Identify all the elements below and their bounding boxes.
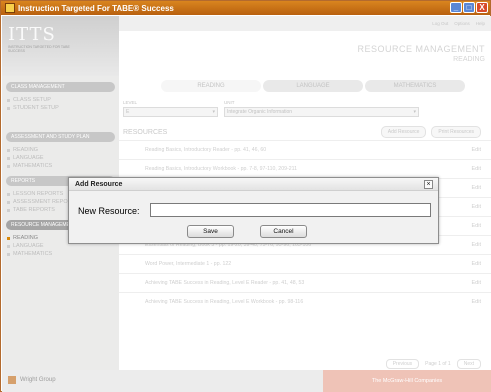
app-logo: ITTS INSTRUCTION TARGETED FOR TABE SUCCE… — [2, 16, 119, 76]
sidebar-item-label: Language — [13, 155, 44, 161]
table-row: Reading Basics, Introductory Reader - pp… — [119, 140, 491, 159]
sidebar-item-label: Class Setup — [13, 97, 51, 103]
logout-link[interactable]: Log Out — [432, 21, 448, 26]
close-button[interactable]: X — [476, 2, 488, 13]
edit-link[interactable]: Edit — [472, 185, 481, 191]
sidebar-item-assess-reading[interactable]: Reading — [7, 146, 119, 154]
subject-tabs: Reading Language Mathematics — [161, 80, 465, 92]
bullet-icon — [7, 156, 10, 160]
previous-button[interactable]: Previous — [385, 359, 420, 369]
sidebar-item-label: Lesson Reports — [13, 191, 64, 197]
unit-select[interactable]: Integrate Organic Information ▾ — [224, 107, 419, 117]
add-resource-button[interactable]: Add Resource — [380, 126, 427, 138]
chevron-down-icon: ▾ — [212, 109, 215, 115]
new-resource-label: New Resource: — [78, 206, 140, 216]
sidebar-item-class-setup[interactable]: Class Setup — [7, 96, 119, 104]
table-row: Reading Basics, Introductory Workbook - … — [119, 159, 491, 178]
unit-label: Unit — [224, 100, 235, 105]
top-links: Log Out Options Help — [119, 16, 491, 31]
publisher-left: Wright Group — [8, 376, 56, 384]
mcgraw-hill-banner: The McGraw-Hill Companies — [323, 370, 491, 392]
bullet-icon — [7, 98, 10, 102]
pager: Previous Page 1 of 1 Next — [385, 359, 481, 369]
minimize-button[interactable]: _ — [450, 2, 462, 13]
bullet-icon — [7, 236, 10, 240]
sidebar-item-assess-language[interactable]: Language — [7, 154, 119, 162]
edit-link[interactable]: Edit — [472, 299, 481, 305]
bullet-icon — [7, 192, 10, 196]
add-resource-dialog: Add Resource × New Resource: Save Cancel — [68, 177, 439, 244]
resources-title: Resources — [123, 129, 168, 136]
bullet-icon — [7, 106, 10, 110]
level-label: Level — [123, 100, 138, 105]
bullet-icon — [7, 208, 10, 212]
tab-language[interactable]: Language — [263, 80, 363, 92]
sidebar-item-label: TABE Reports — [13, 207, 55, 213]
tab-mathematics[interactable]: Mathematics — [365, 80, 465, 92]
footer: Wright Group The McGraw-Hill Companies — [2, 370, 491, 392]
sidebar-item-label: Student Setup — [13, 105, 59, 111]
window-title: Instruction Targeted For TABE® Success — [18, 3, 174, 13]
section-assessment: Assessment and Study Plan — [6, 132, 115, 142]
resource-text: Achieving TABE Success in Reading, Level… — [145, 280, 305, 286]
chevron-down-icon: ▾ — [413, 109, 416, 115]
logo-text: ITTS — [8, 24, 56, 45]
edit-link[interactable]: Edit — [472, 280, 481, 286]
edit-link[interactable]: Edit — [472, 166, 481, 172]
next-button[interactable]: Next — [456, 359, 481, 369]
print-resources-button[interactable]: Print Resources — [431, 126, 481, 138]
bullet-icon — [7, 164, 10, 168]
app-icon — [5, 3, 15, 13]
bullet-icon — [7, 148, 10, 152]
page-title: Resource Management — [357, 44, 485, 54]
table-row: Word Power, Intermediate 1 - pp. 122 Edit — [119, 254, 491, 273]
resource-text: Word Power, Intermediate 1 - pp. 122 — [145, 261, 232, 267]
table-row: Achieving TABE Success in Reading, Level… — [119, 292, 491, 311]
logo-caption: INSTRUCTION TARGETED FOR TABE SUCCESS — [8, 45, 70, 53]
bullet-icon — [7, 244, 10, 248]
bullet-icon — [7, 200, 10, 204]
unit-value: Integrate Organic Information — [227, 109, 293, 115]
resource-text: Reading Basics, Introductory Reader - pp… — [145, 147, 267, 153]
sidebar-item-label: Mathematics — [13, 251, 53, 257]
level-value: E — [126, 109, 130, 115]
new-resource-input[interactable] — [150, 203, 431, 217]
dialog-title: Add Resource — [69, 178, 438, 191]
resource-text: Reading Basics, Introductory Workbook - … — [145, 166, 297, 172]
sidebar-item-label: Reading — [13, 147, 39, 153]
tab-reading[interactable]: Reading — [161, 80, 261, 92]
maximize-button[interactable]: □ — [463, 2, 475, 13]
page-header: Resource Management Reading — [357, 44, 485, 63]
help-link[interactable]: Help — [476, 21, 485, 26]
sidebar-item-resource-math[interactable]: Mathematics — [7, 250, 119, 258]
cancel-button[interactable]: Cancel — [260, 225, 307, 238]
edit-link[interactable]: Edit — [472, 223, 481, 229]
bullet-icon — [7, 252, 10, 256]
page-subtitle: Reading — [453, 56, 485, 63]
page-indicator: Page 1 of 1 — [425, 361, 451, 367]
resource-actions: Add Resource Print Resources — [380, 126, 481, 138]
close-icon[interactable]: × — [424, 180, 433, 189]
edit-link[interactable]: Edit — [472, 204, 481, 210]
publisher-name: Wright Group — [20, 377, 56, 383]
section-class-management: Class Management — [6, 82, 115, 92]
edit-link[interactable]: Edit — [472, 147, 481, 153]
sidebar-item-label: Mathematics — [13, 163, 53, 169]
table-row: Achieving TABE Success in Reading, Level… — [119, 273, 491, 292]
save-button[interactable]: Save — [187, 225, 234, 238]
sidebar-item-student-setup[interactable]: Student Setup — [7, 104, 119, 112]
edit-link[interactable]: Edit — [472, 261, 481, 267]
resource-text: Achieving TABE Success in Reading, Level… — [145, 299, 304, 305]
sidebar-item-label: Reading — [13, 235, 39, 241]
app-window: Instruction Targeted For TABE® Success _… — [0, 0, 491, 392]
edit-link[interactable]: Edit — [472, 242, 481, 248]
options-link[interactable]: Options — [454, 21, 470, 26]
sidebar-item-label: Language — [13, 243, 44, 249]
sidebar-item-assess-math[interactable]: Mathematics — [7, 162, 119, 170]
title-bar: Instruction Targeted For TABE® Success _… — [1, 1, 490, 15]
window-controls: _ □ X — [450, 2, 488, 13]
wright-group-logo-icon — [8, 376, 16, 384]
level-select[interactable]: E ▾ — [123, 107, 218, 117]
